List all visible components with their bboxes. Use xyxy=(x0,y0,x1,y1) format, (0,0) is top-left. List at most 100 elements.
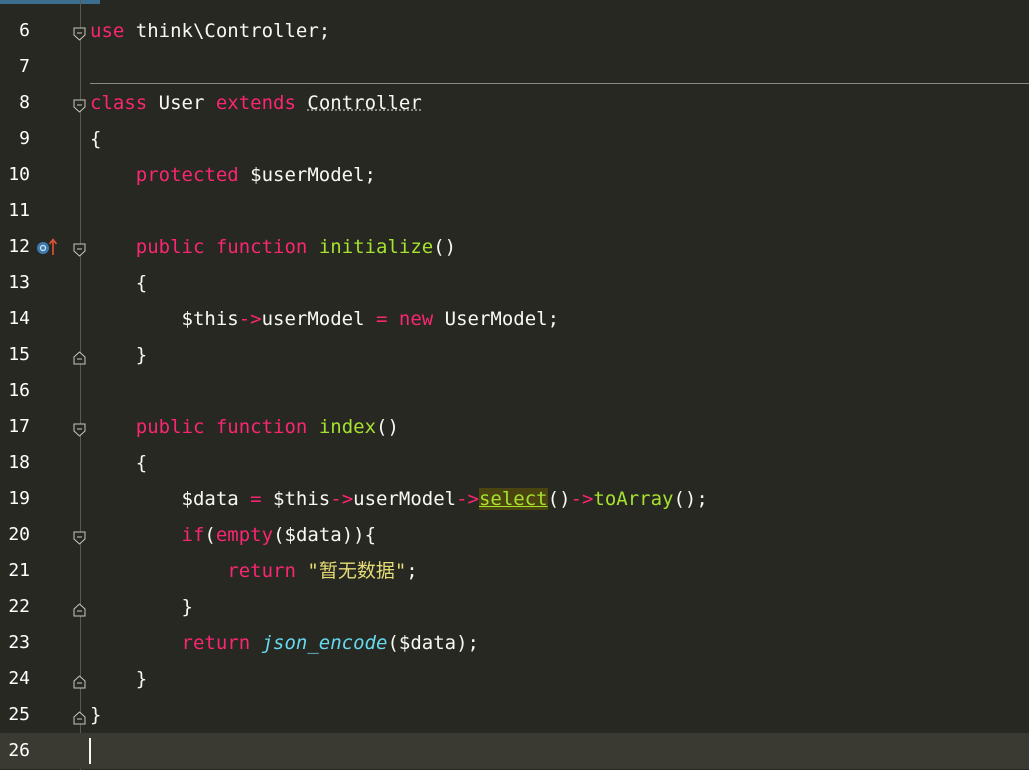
line-number: 17 xyxy=(8,416,30,437)
code-editor[interactable]: 6 use think\Controller; 7 8 class User exten… xyxy=(0,0,1029,770)
code-token: "暂无数据" xyxy=(307,560,407,582)
code-token: ($data); xyxy=(387,632,479,654)
code-line[interactable]: 18 { xyxy=(0,445,1029,481)
code-line[interactable]: 26 xyxy=(0,733,1029,769)
line-number: 11 xyxy=(8,200,30,221)
code-line[interactable]: 12 public function initialize() xyxy=(0,229,1029,265)
code-text: } xyxy=(90,661,147,697)
code-token: -> xyxy=(238,308,262,330)
code-text: class User extends Controller xyxy=(90,85,422,121)
fold-collapse-icon[interactable] xyxy=(73,96,86,113)
line-number: 12 xyxy=(8,236,30,257)
fold-collapse-icon[interactable] xyxy=(73,240,86,257)
code-line[interactable]: 19 $data = $this->userModel->select()->t… xyxy=(0,481,1029,517)
code-line[interactable]: 6 use think\Controller; xyxy=(0,13,1029,49)
line-number: 7 xyxy=(19,56,30,77)
code-text: use think\Controller; xyxy=(90,13,330,49)
code-token: -> xyxy=(330,488,354,510)
line-number: 15 xyxy=(8,344,30,365)
code-line[interactable]: 23 return json_encode($data); xyxy=(0,625,1029,661)
code-token: (); xyxy=(673,488,708,510)
code-token: return xyxy=(227,560,296,582)
code-line[interactable]: 13 { xyxy=(0,265,1029,301)
code-text: public function index() xyxy=(90,409,399,445)
code-text: } xyxy=(90,589,193,625)
code-line[interactable]: 9{ xyxy=(0,121,1029,157)
line-number: 25 xyxy=(8,704,30,725)
fold-end-icon[interactable] xyxy=(73,348,86,365)
code-line[interactable]: 21 return "暂无数据"; xyxy=(0,553,1029,589)
fold-collapse-icon[interactable] xyxy=(73,24,86,41)
fold-collapse-icon[interactable] xyxy=(73,528,86,545)
fold-end-icon[interactable] xyxy=(73,708,86,725)
line-number: 24 xyxy=(8,668,30,689)
code-token: index xyxy=(318,416,377,438)
tab-indicator xyxy=(0,0,100,4)
code-token: userModel xyxy=(261,308,376,330)
line-number: 19 xyxy=(8,488,30,509)
fold-end-icon[interactable] xyxy=(73,672,86,689)
line-number: 21 xyxy=(8,560,30,581)
code-token: initialize xyxy=(318,236,434,258)
fold-end-icon[interactable] xyxy=(73,600,86,617)
code-token: userModel xyxy=(353,488,457,510)
code-line[interactable]: 20 if(empty($data)){ xyxy=(0,517,1029,553)
code-text: protected $userModel; xyxy=(90,157,376,193)
code-token: select xyxy=(478,488,548,510)
line-number: 23 xyxy=(8,632,30,653)
code-line[interactable]: 7 xyxy=(0,49,1029,85)
code-token: $data xyxy=(90,488,251,510)
line-number: 20 xyxy=(8,524,30,545)
code-line[interactable]: 14 $this->userModel = new UserModel; xyxy=(0,301,1029,337)
code-token: -> xyxy=(456,488,479,510)
code-token: Controller xyxy=(307,92,422,114)
code-token: new xyxy=(398,308,434,330)
code-token: think\Controller; xyxy=(124,20,331,42)
code-token: extends xyxy=(215,92,296,114)
code-line[interactable]: 8 class User extends Controller xyxy=(0,85,1029,121)
line-number: 14 xyxy=(8,308,30,329)
code-text: { xyxy=(90,265,147,301)
code-line[interactable]: 24 } xyxy=(0,661,1029,697)
override-method-icon[interactable] xyxy=(36,238,58,256)
code-token: () xyxy=(433,236,457,258)
line-number: 9 xyxy=(19,128,30,149)
code-line[interactable]: 25} xyxy=(0,697,1029,733)
line-number: 10 xyxy=(8,164,30,185)
line-number: 22 xyxy=(8,596,30,617)
code-line[interactable]: 17 public function index() xyxy=(0,409,1029,445)
line-number: 18 xyxy=(8,452,30,473)
code-token: return xyxy=(181,632,251,654)
text-cursor xyxy=(89,738,91,764)
code-text: $data = $this->userModel->select()->toAr… xyxy=(90,481,708,517)
code-line[interactable]: 15 } xyxy=(0,337,1029,373)
code-text: { xyxy=(90,121,101,157)
code-token: $this xyxy=(261,488,331,510)
fold-collapse-icon[interactable] xyxy=(73,420,86,437)
code-token: toArray xyxy=(593,488,674,510)
code-text: { xyxy=(90,445,147,481)
code-token: { xyxy=(90,272,148,294)
code-token: $userModel; xyxy=(238,164,376,186)
code-line[interactable]: 16 xyxy=(0,373,1029,409)
code-line[interactable]: 10 protected $userModel; xyxy=(0,157,1029,193)
code-token: function xyxy=(215,236,308,258)
code-line[interactable]: 11 xyxy=(0,193,1029,229)
code-line[interactable]: 22 } xyxy=(0,589,1029,625)
code-token: { xyxy=(90,452,148,474)
code-token: class xyxy=(90,92,148,114)
code-token: ( xyxy=(204,524,216,546)
line-number: 26 xyxy=(8,740,30,761)
